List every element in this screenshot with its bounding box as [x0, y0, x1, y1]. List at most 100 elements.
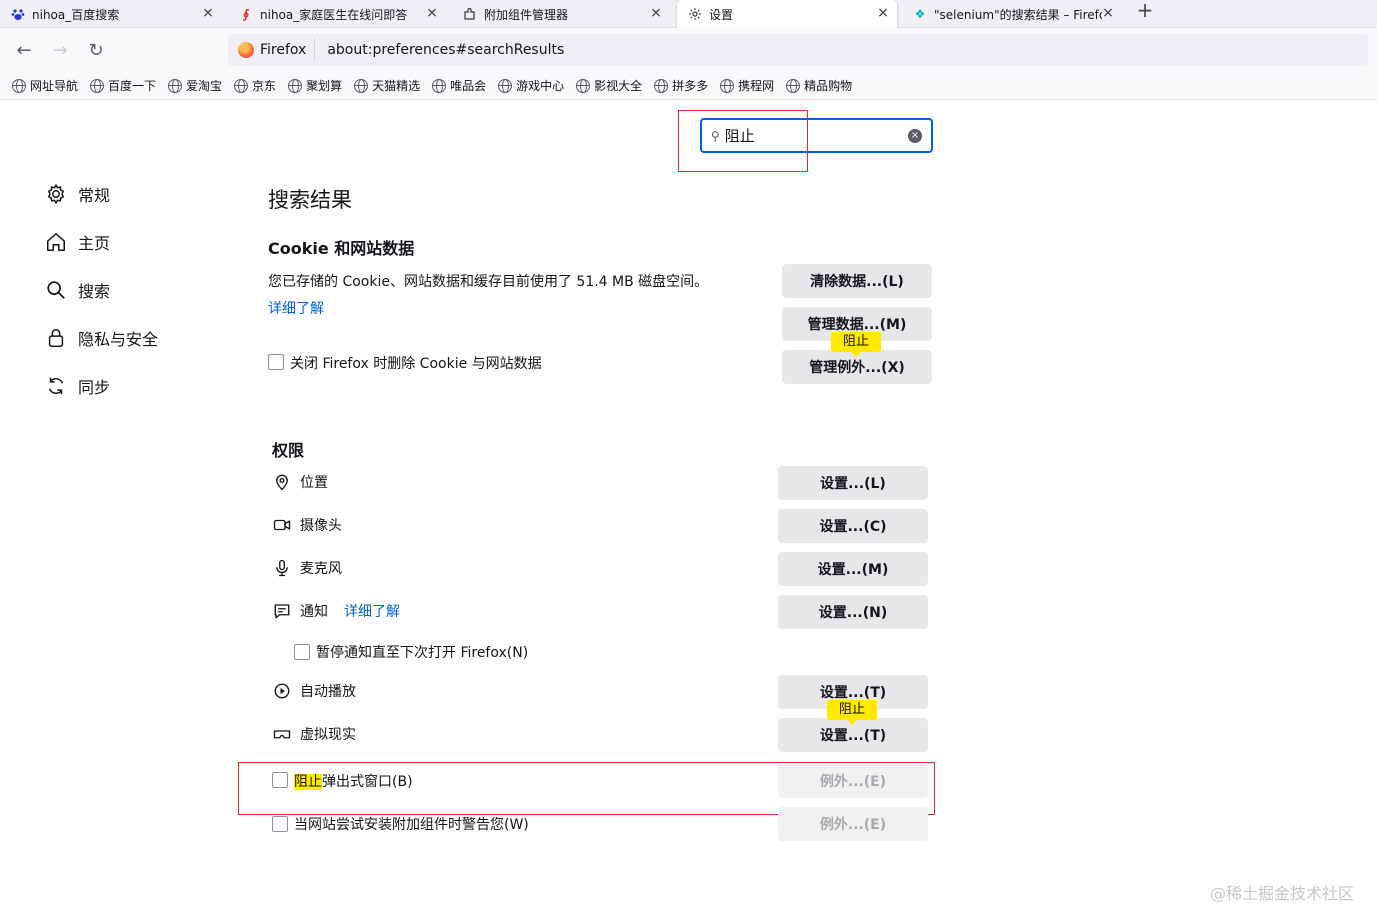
- close-icon[interactable]: ×: [1100, 5, 1116, 21]
- tab-family-doctor[interactable]: ∮ nihoa_家庭医生在线问即答 ×: [228, 0, 446, 28]
- category-label: 常规: [78, 186, 111, 205]
- search-icon: [44, 278, 68, 302]
- pause-notifications-checkbox[interactable]: [294, 644, 310, 660]
- bookmark-item[interactable]: 游戏中心: [498, 77, 564, 94]
- bookmark-label: 百度一下: [108, 79, 157, 93]
- home-icon: [44, 230, 68, 254]
- globe-icon: [288, 78, 303, 93]
- permission-microphone: 麦克风: [272, 558, 342, 578]
- identity-box[interactable]: Firefox: [234, 38, 316, 62]
- bookmark-label: 游戏中心: [516, 79, 565, 93]
- tab-addons[interactable]: 附加组件管理器 ×: [452, 0, 670, 28]
- tab-title: 附加组件管理器: [484, 7, 569, 22]
- close-icon[interactable]: ×: [200, 5, 216, 21]
- bookmark-item[interactable]: 聚划算: [288, 77, 342, 94]
- tab-settings[interactable]: 设置 ×: [677, 0, 897, 28]
- globe-icon: [498, 78, 513, 93]
- bookmark-label: 拼多多: [672, 79, 709, 93]
- bookmark-label: 网址导航: [30, 79, 79, 93]
- bookmark-label: 京东: [252, 79, 277, 93]
- addon-warning-label[interactable]: 当网站尝试安装附加组件时警告您(W): [294, 814, 529, 834]
- tab-title: 设置: [709, 7, 734, 22]
- category-sync[interactable]: 同步: [44, 374, 110, 398]
- page-title: 搜索结果: [268, 188, 352, 212]
- permissions-section-title: 权限: [272, 441, 305, 460]
- bookmark-item[interactable]: 拼多多: [654, 77, 708, 94]
- cookies-learn-more-link[interactable]: 详细了解: [268, 298, 324, 318]
- bookmark-item[interactable]: 百度一下: [90, 77, 156, 94]
- notifications-settings-button[interactable]: 设置...(N): [778, 595, 928, 629]
- category-home[interactable]: 主页: [44, 230, 110, 254]
- category-search[interactable]: 搜索: [44, 278, 110, 302]
- bookmark-item[interactable]: 天猫精选: [354, 77, 420, 94]
- new-tab-button[interactable]: +: [1136, 0, 1154, 22]
- gear-icon: [687, 6, 703, 22]
- identity-label: Firefox: [260, 42, 307, 58]
- pause-notifications-label[interactable]: 暂停通知直至下次打开 Firefox(N): [316, 642, 528, 662]
- permission-camera: 摄像头: [272, 515, 342, 535]
- addon-exceptions-button[interactable]: 例外...(E): [778, 807, 928, 841]
- bookmark-item[interactable]: 携程网: [720, 77, 774, 94]
- permission-label: 通知: [300, 604, 328, 620]
- microphone-settings-button[interactable]: 设置...(M): [778, 552, 928, 586]
- bookmark-label: 唯品会: [450, 79, 487, 93]
- globe-icon: [234, 78, 249, 93]
- watermark: @稀土掘金技术社区: [1210, 884, 1355, 903]
- permission-autoplay: 自动播放: [272, 681, 356, 701]
- clear-data-button[interactable]: 清除数据...(L): [782, 264, 932, 298]
- permission-location: 位置: [272, 472, 328, 492]
- autoplay-icon: [272, 681, 292, 701]
- tab-baidu[interactable]: nihoa_百度搜索 ×: [0, 0, 222, 28]
- url-text[interactable]: about:preferences#searchResults: [327, 42, 564, 58]
- bookmark-item[interactable]: 爱淘宝: [168, 77, 222, 94]
- forward-button[interactable]: →: [49, 40, 71, 62]
- tab-selenium-search[interactable]: ❖ "selenium"的搜索结果 – Firefo ×: [902, 0, 1122, 28]
- cookies-section-title: Cookie 和网站数据: [268, 239, 415, 258]
- close-icon[interactable]: ×: [875, 5, 891, 21]
- category-general[interactable]: 常规: [44, 182, 110, 206]
- bookmark-item[interactable]: 精品购物: [786, 77, 852, 94]
- close-icon[interactable]: ×: [648, 5, 664, 21]
- camera-icon: [272, 515, 292, 535]
- globe-icon: [168, 78, 183, 93]
- permission-label: 自动播放: [300, 684, 356, 700]
- close-icon[interactable]: ×: [424, 5, 440, 21]
- delete-on-close-label[interactable]: 关闭 Firefox 时删除 Cookie 与网站数据: [290, 353, 542, 373]
- tab-strip: nihoa_百度搜索 × ∮ nihoa_家庭医生在线问即答 × 附加组件管理器…: [0, 0, 1377, 28]
- bookmark-item[interactable]: 唯品会: [432, 77, 486, 94]
- globe-icon: [90, 78, 105, 93]
- firefox-icon: [238, 42, 254, 58]
- category-label: 同步: [78, 378, 111, 397]
- bookmark-item[interactable]: 网址导航: [12, 77, 78, 94]
- globe-icon: [12, 78, 26, 93]
- globe-icon: [432, 78, 447, 93]
- family-doctor-icon: ∮: [242, 7, 250, 21]
- category-label: 搜索: [78, 282, 111, 301]
- firefox-icon: ❖: [914, 7, 926, 21]
- permission-label: 摄像头: [300, 518, 342, 534]
- tab-title: nihoa_家庭医生在线问即答: [260, 7, 408, 22]
- location-settings-button[interactable]: 设置...(L): [778, 466, 928, 500]
- sync-icon: [44, 374, 68, 398]
- delete-on-close-checkbox[interactable]: [268, 354, 284, 370]
- globe-icon: [654, 78, 669, 93]
- category-privacy[interactable]: 隐私与安全: [44, 326, 158, 350]
- cookies-usage-text: 您已存储的 Cookie、网站数据和缓存目前使用了 51.4 MB 磁盘空间。: [268, 274, 709, 290]
- camera-settings-button[interactable]: 设置...(C): [778, 509, 928, 543]
- notifications-learn-more-link[interactable]: 详细了解: [344, 601, 400, 621]
- globe-icon: [354, 78, 369, 93]
- bookmark-item[interactable]: 影视大全: [576, 77, 642, 94]
- bookmark-item[interactable]: 京东: [234, 77, 276, 94]
- navigation-toolbar: ← → ↻ Firefox about:preferences#searchRe…: [0, 28, 1377, 72]
- permission-label: 位置: [300, 475, 328, 491]
- permission-label: 虚拟现实: [300, 727, 356, 743]
- back-button[interactable]: ←: [13, 40, 35, 62]
- url-bar[interactable]: Firefox about:preferences#searchResults: [228, 34, 1368, 66]
- clear-search-icon[interactable]: ×: [908, 129, 922, 143]
- reload-button[interactable]: ↻: [85, 40, 107, 62]
- puzzle-icon: [462, 6, 478, 22]
- category-label: 主页: [78, 234, 111, 253]
- annotation-box-search: [678, 110, 808, 172]
- addon-warning-checkbox[interactable]: [272, 816, 288, 832]
- tab-title: "selenium"的搜索结果 – Firefo: [934, 7, 1102, 22]
